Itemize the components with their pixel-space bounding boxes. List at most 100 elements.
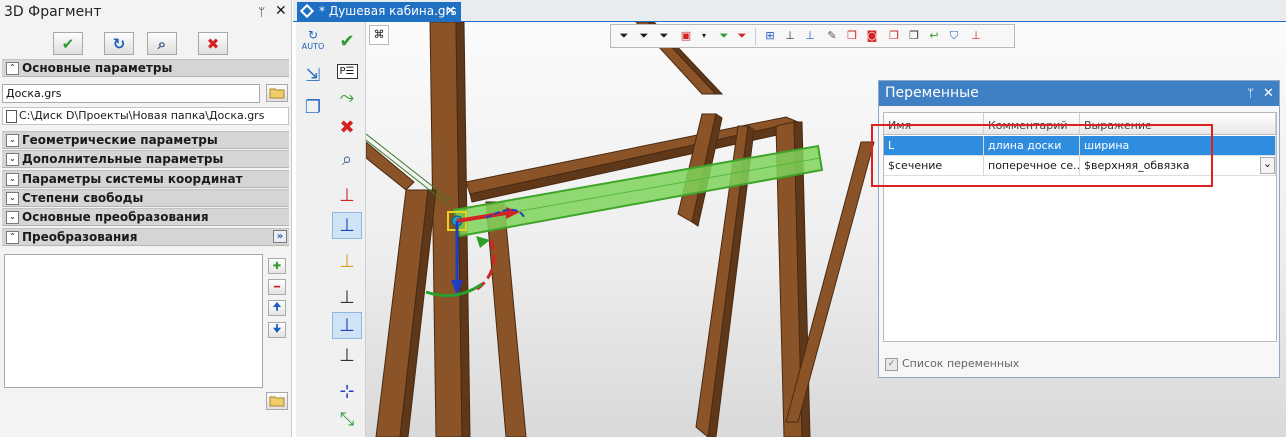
folder-icon [269,88,285,99]
remove-transform-button[interactable]: ━ [268,279,286,295]
import-icon: ⇲ [305,65,321,86]
path-icon[interactable]: ↩ [927,29,941,43]
fragment-panel: 3D Фрагмент ᛘ ✕ ✔ ↻ ⌕ ✖ ⌃ Основные параме… [0,0,292,437]
shield-icon[interactable]: ⛉ [947,29,961,43]
expand-icon: ⌄ [6,192,19,205]
preview-icon: ⌕ [341,149,353,170]
filter-box-icon[interactable]: ▣ [679,29,693,43]
axes-icon[interactable]: ⊥ [803,29,817,43]
checkmark-icon: ✔ [339,31,355,52]
section-transforms[interactable]: ⌃ Преобразования » [2,228,289,246]
axes-cross-icon: ⊥ [339,251,355,272]
point3-button[interactable]: ⊥ [332,342,362,369]
box-icon[interactable]: ❒ [845,29,859,43]
section-dof[interactable]: ⌄ Степени свободы [2,189,289,207]
section-main-params[interactable]: ⌃ Основные параметры [2,59,289,77]
section-additional[interactable]: ⌄ Дополнительные параметры [2,150,289,168]
tab-document[interactable]: * Душевая кабина.grs ✕ [297,2,461,22]
axes-point1-icon: ⊥ [339,287,355,308]
point1-button[interactable]: ⊥ [332,284,362,311]
post-mid [485,201,527,437]
checkbox-icon[interactable]: ✓ [885,358,898,371]
copy-button[interactable]: ❐ [298,94,328,121]
face-icon[interactable]: ❒ [887,29,901,43]
select-all-icon[interactable]: ⏷ [717,29,731,43]
lcs-remove-button[interactable]: ⊥ [332,248,362,275]
checkmark-icon: ✔ [61,34,75,53]
preview-button[interactable]: ⌕ [147,32,177,55]
expand-icon: ⌄ [6,173,19,186]
add-transform-button[interactable]: ✚ [268,258,286,274]
cancel-button[interactable]: ✖ [198,32,228,55]
cross-icon: ✖ [206,34,220,53]
open-file-button[interactable] [266,84,288,102]
refresh-button[interactable]: ↻ [104,32,134,55]
close-tab-icon[interactable]: ✕ [445,2,456,21]
lcs-select-button[interactable]: ⊥ [332,212,362,239]
arrow-up-icon: 🠉 [272,301,282,313]
collapse-icon: ⌃ [6,231,19,244]
plus-icon: ✚ [272,260,282,272]
arrow-down-icon: 🠋 [272,323,282,335]
preview-command-button[interactable]: ⌕ [332,146,362,173]
document-3d-icon [299,3,315,19]
transforms-list[interactable] [4,254,263,388]
scene-tree-button[interactable]: ⌘ [369,25,389,45]
axis-point-icon[interactable]: ⊥ [969,29,983,43]
expand-all-button[interactable]: » [273,230,287,243]
panel-title: 3D Фрагмент [4,4,102,20]
file-input[interactable] [2,84,260,103]
command-toolbar: ↻ AUTO ✔ ⇲ P☰ ⤳ ❐ ✖ ⌕ ⊥ ⊥ ⊥ ⊥ ⊥ ⊥ ⊹ ⤡ [296,22,366,437]
point-icon[interactable]: ⊥ [783,29,797,43]
expand-icon: ⌄ [6,134,19,147]
lcs-button[interactable]: ⊥ [332,182,362,209]
coordinate-axes-icon: ⊥ [339,185,355,206]
axis-align-icon: ⤡ [339,409,355,430]
auto-button[interactable]: ↻ AUTO [298,26,328,53]
section-geometry[interactable]: ⌄ Геометрические параметры [2,131,289,149]
axis-reset-icon: ⊹ [339,381,355,402]
deselect-icon[interactable]: ⏷ [735,29,749,43]
pin-icon[interactable]: ᛘ [1247,81,1254,106]
axis-align-button[interactable]: ⤡ [332,406,362,433]
filter-icon[interactable]: ⏷ [617,29,631,43]
point2-button[interactable]: ⊥ [332,312,362,339]
coordinate-axes-icon: ⊥ [339,215,355,236]
parameters-icon: P☰ [336,64,358,79]
insert-fragment-button[interactable]: ⇲ [298,62,328,89]
axes-point2-icon: ⊥ [339,315,355,336]
variables-list-checkbox[interactable]: ✓ Список переменных [885,357,1019,373]
box-hole-icon[interactable]: ◙ [865,29,879,43]
ok-button[interactable]: ✔ [53,32,83,55]
move-down-button[interactable]: 🠋 [268,322,286,338]
tree-icon: ⌘ [373,28,385,41]
load-transforms-button[interactable] [266,392,288,410]
refresh-icon: ↻ [112,34,126,53]
expand-icon: ⌄ [6,211,19,224]
expand-icon: ⌄ [6,153,19,166]
cancel-command-button[interactable]: ✖ [332,114,362,141]
parameters-button[interactable]: P☰ [332,58,362,85]
section-main-transforms[interactable]: ⌄ Основные преобразования [2,208,289,226]
pen-icon[interactable]: ✎ [825,29,839,43]
minus-icon: ━ [273,281,281,293]
move-up-button[interactable]: 🠉 [268,300,286,316]
pin-icon[interactable]: ᛘ [258,5,265,19]
preview-icon: ⌕ [157,34,167,53]
close-panel-icon[interactable]: ✕ [275,3,287,19]
filter-list-icon[interactable]: ⏷ [657,29,671,43]
branch-arrow-icon: ⤳ [339,87,355,108]
apply-button[interactable]: ✔ [332,28,362,55]
dropdown-icon[interactable]: ▾ [697,29,711,43]
expression-dropdown[interactable]: ⌄ [1260,157,1275,174]
section-coord-system[interactable]: ⌄ Параметры системы координат [2,170,289,188]
document-icon [6,110,17,123]
collapse-icon: ⌃ [6,62,19,75]
grid-icon[interactable]: ⊞ [763,29,777,43]
axis-reset-button[interactable]: ⊹ [332,378,362,405]
branch-button[interactable]: ⤳ [332,84,362,111]
close-window-icon[interactable]: ✕ [1263,81,1274,106]
filter-page-icon[interactable]: ⏷ [637,29,651,43]
variables-title: Переменные ᛘ ✕ [879,81,1279,106]
solid-icon[interactable]: ❒ [907,29,921,43]
